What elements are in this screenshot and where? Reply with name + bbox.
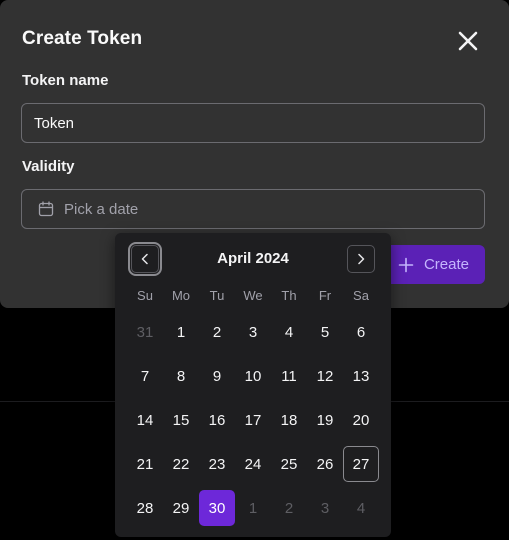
day-cell[interactable]: 15: [163, 402, 199, 438]
day-cell[interactable]: 19: [307, 402, 343, 438]
day-cell[interactable]: 10: [235, 358, 271, 394]
day-cell[interactable]: 11: [271, 358, 307, 394]
day-cell[interactable]: 28: [127, 490, 163, 526]
day-cell[interactable]: 26: [307, 446, 343, 482]
day-cell[interactable]: 31: [127, 314, 163, 350]
day-cell[interactable]: 3: [307, 490, 343, 526]
chevron-right-icon: [358, 253, 365, 265]
day-cell[interactable]: 20: [343, 402, 379, 438]
day-cell[interactable]: 8: [163, 358, 199, 394]
day-cell-selected[interactable]: 30: [199, 490, 235, 526]
day-cell[interactable]: 17: [235, 402, 271, 438]
day-cell[interactable]: 4: [343, 490, 379, 526]
day-cell[interactable]: 21: [127, 446, 163, 482]
day-cell[interactable]: 7: [127, 358, 163, 394]
day-cell[interactable]: 24: [235, 446, 271, 482]
day-cell[interactable]: 1: [163, 314, 199, 350]
day-cell[interactable]: 3: [235, 314, 271, 350]
day-cell[interactable]: 22: [163, 446, 199, 482]
date-picker-trigger[interactable]: Pick a date: [21, 189, 485, 229]
day-cell[interactable]: 5: [307, 314, 343, 350]
day-cell[interactable]: 12: [307, 358, 343, 394]
day-cell[interactable]: 16: [199, 402, 235, 438]
token-name-label: Token name: [22, 72, 109, 89]
day-cell[interactable]: 18: [271, 402, 307, 438]
close-icon: [458, 31, 478, 51]
days-grid: 31 1 2 3 4 5 6 7 8 9 10 11 12 13 14 15 16 17 18 19 20 21 22 23 2…: [127, 314, 379, 534]
day-cell[interactable]: 6: [343, 314, 379, 350]
day-cell[interactable]: 13: [343, 358, 379, 394]
day-cell[interactable]: 2: [271, 490, 307, 526]
day-cell[interactable]: 9: [199, 358, 235, 394]
day-cell-today[interactable]: 27: [343, 446, 379, 482]
weekday-header-row: Su Mo Tu We Th Fr Sa: [127, 288, 379, 303]
weekday-label: Tu: [209, 288, 225, 303]
calendar-popover: April 2024 Su Mo Tu We Th Fr Sa 31 1 2 3 4 5 6 7 8 9 10 1…: [115, 233, 391, 537]
dialog-title: Create Token: [22, 28, 143, 49]
day-cell[interactable]: 29: [163, 490, 199, 526]
page: Create Token Token name Validity Pick a …: [0, 0, 509, 540]
day-cell[interactable]: 2: [199, 314, 235, 350]
day-cell[interactable]: 25: [271, 446, 307, 482]
close-button[interactable]: [452, 25, 484, 57]
weekday-label: Fr: [318, 288, 332, 303]
date-placeholder: Pick a date: [64, 200, 139, 218]
weekday-label: Su: [137, 288, 153, 303]
create-button-label: Create: [423, 256, 469, 273]
weekday-label: Th: [281, 288, 297, 303]
validity-label: Validity: [22, 158, 75, 175]
weekday-label: Mo: [171, 288, 191, 303]
day-cell[interactable]: 1: [235, 490, 271, 526]
day-cell[interactable]: 4: [271, 314, 307, 350]
next-month-button[interactable]: [347, 245, 375, 273]
plus-icon: [398, 257, 414, 273]
calendar-icon: [38, 201, 54, 217]
day-cell[interactable]: 23: [199, 446, 235, 482]
weekday-label: Sa: [353, 288, 369, 303]
day-cell[interactable]: 14: [127, 402, 163, 438]
token-name-input[interactable]: [21, 103, 485, 143]
create-button[interactable]: Create: [384, 245, 485, 284]
weekday-label: We: [243, 288, 263, 303]
